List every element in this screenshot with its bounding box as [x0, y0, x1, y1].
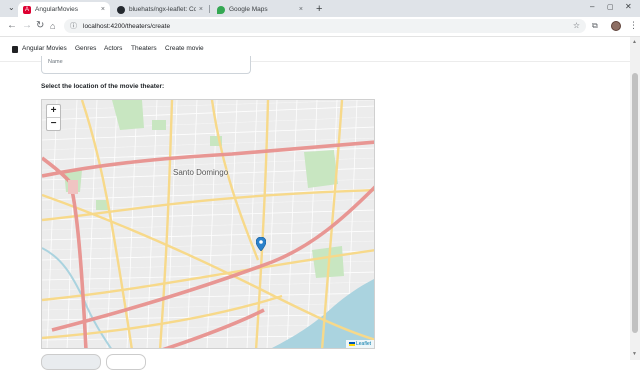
zoom-in-button[interactable]: +	[47, 105, 60, 118]
browser-tab-strip: ⌄ A AngularMovies × bluehats/ngx-leaflet…	[0, 0, 640, 17]
nav-link-genres[interactable]: Genres	[75, 45, 96, 52]
map-attribution[interactable]: Leaflet	[345, 340, 374, 348]
site-info-icon[interactable]: ⓘ	[70, 21, 77, 31]
page-scrollbar[interactable]: ▲ ▼	[630, 37, 640, 360]
zoom-control: + −	[46, 104, 61, 131]
minimize-window-icon[interactable]: –	[590, 2, 594, 11]
profile-avatar[interactable]	[611, 21, 621, 31]
city-label: Santo Domingo	[173, 168, 229, 177]
home-icon[interactable]: ⌂	[50, 20, 55, 32]
new-tab-button[interactable]: +	[316, 3, 322, 15]
nav-link-theaters[interactable]: Theaters	[131, 45, 157, 52]
park	[152, 120, 166, 130]
nav-link-create-movie[interactable]: Create movie	[165, 45, 204, 52]
scroll-up-icon[interactable]: ▲	[632, 39, 637, 45]
browser-toolbar: ← → ↻ ⌂ ⓘ localhost:4200/theaters/create…	[0, 17, 640, 37]
ukraine-flag-icon	[348, 341, 355, 346]
cancel-button[interactable]	[106, 354, 146, 370]
map-tiles[interactable]	[42, 100, 375, 349]
star-icon[interactable]: ☆	[573, 21, 580, 30]
tab-title: AngularMovies	[35, 6, 78, 13]
arrow-left-icon[interactable]: ←	[7, 20, 17, 32]
tab-title: Google Maps	[229, 6, 268, 13]
park	[96, 200, 108, 210]
reload-icon[interactable]: ↻	[36, 20, 44, 32]
scroll-down-icon[interactable]: ▼	[632, 351, 637, 357]
location-heading: Select the location of the movie theater…	[41, 83, 165, 90]
tab-google-maps[interactable]: Google Maps ×	[212, 2, 308, 17]
tab-search-icon[interactable]: ⌄	[8, 3, 15, 12]
extensions-icon[interactable]: ⧉	[592, 21, 598, 31]
github-favicon-icon	[117, 5, 125, 14]
name-input-label: Name	[48, 59, 63, 65]
book-icon	[12, 46, 18, 53]
close-window-icon[interactable]: ✕	[625, 2, 632, 11]
location-marker-icon[interactable]	[256, 237, 266, 251]
park	[304, 150, 338, 188]
save-changes-button[interactable]	[41, 354, 101, 370]
leaflet-link[interactable]: Leaflet	[356, 341, 371, 347]
tab-angular-movies[interactable]: A AngularMovies ×	[18, 2, 110, 17]
tab-divider	[209, 5, 210, 13]
nav-link-actors[interactable]: Actors	[104, 45, 122, 52]
google-maps-favicon-icon	[217, 5, 225, 14]
zoom-out-button[interactable]: −	[47, 118, 60, 130]
close-tab-icon[interactable]: ×	[199, 6, 203, 13]
angular-favicon-icon: A	[23, 5, 31, 14]
close-tab-icon[interactable]: ×	[299, 6, 303, 13]
address-bar[interactable]: ⓘ localhost:4200/theaters/create ☆	[64, 19, 586, 33]
navbar-brand[interactable]: Angular Movies	[22, 45, 67, 52]
interchange	[68, 180, 78, 194]
close-tab-icon[interactable]: ×	[101, 6, 105, 13]
arrow-right-icon[interactable]: →	[22, 20, 32, 32]
name-input[interactable]: Name	[41, 56, 251, 74]
kebab-menu-icon[interactable]: ⋮	[629, 20, 638, 31]
tab-ngx-leaflet[interactable]: bluehats/ngx-leaflet: Core Leaf ×	[112, 2, 208, 17]
leaflet-map[interactable]: Santo Domingo + − Leaflet	[41, 99, 375, 349]
address-url[interactable]: localhost:4200/theaters/create	[83, 23, 170, 30]
tab-title: bluehats/ngx-leaflet: Core Leaf	[129, 6, 196, 13]
maximize-window-icon[interactable]: ▢	[607, 3, 614, 11]
scroll-thumb[interactable]	[632, 73, 638, 333]
